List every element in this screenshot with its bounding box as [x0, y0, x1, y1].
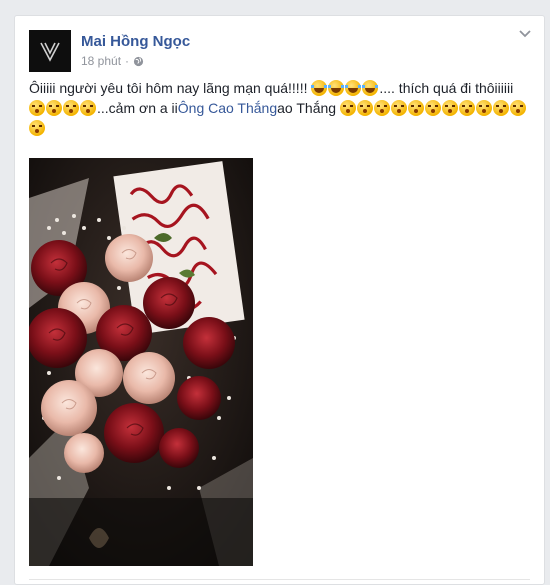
- post-card: Mai Hồng Ngọc 18 phút · Ôiiiii người yêu…: [14, 15, 545, 585]
- globe-icon: [133, 56, 144, 66]
- avatar[interactable]: [29, 30, 71, 72]
- kissing-face-icon: [339, 100, 356, 116]
- chevron-down-icon[interactable]: [518, 29, 532, 39]
- kissing-face-icon: [29, 100, 45, 116]
- kissing-face-icon: [509, 100, 526, 116]
- logo-v-icon: [40, 42, 60, 62]
- post-text-part-2: .... thích quá đi thôiiiiii: [379, 80, 514, 96]
- face-with-tears-of-joy-icon: [311, 80, 328, 96]
- author-name[interactable]: Mai Hồng Ngọc: [81, 33, 190, 50]
- kissing-face-icon: [441, 100, 458, 116]
- kissing-face-icon: [475, 100, 492, 116]
- face-with-tears-of-joy-icon: [345, 80, 362, 96]
- kissing-face-icon: [356, 100, 373, 116]
- post-text-part-1: Ôiiiii người yêu tôi hôm nay lãng mạn qu…: [29, 80, 312, 96]
- post-meta: 18 phút ·: [81, 54, 144, 68]
- post-text-part-4: ao Thắng: [277, 100, 340, 116]
- kissing-face-icon: [390, 100, 407, 116]
- kissing-face-icon: [29, 120, 45, 136]
- post-text-part-3: ...cảm ơn a ii: [97, 100, 178, 116]
- kissing-face-icon: [46, 100, 62, 116]
- kissing-face-icon: [63, 100, 79, 116]
- kissing-face-icon: [80, 100, 96, 116]
- kissing-face-icon: [492, 100, 509, 116]
- timestamp[interactable]: 18 phút: [81, 54, 121, 68]
- kissing-face-icon: [373, 100, 390, 116]
- face-with-tears-of-joy-icon: [362, 80, 379, 96]
- post-photo[interactable]: [29, 158, 253, 566]
- face-with-tears-of-joy-icon: [328, 80, 345, 96]
- kissing-face-icon: [458, 100, 475, 116]
- post-text: Ôiiiii người yêu tôi hôm nay lãng mạn qu…: [29, 78, 534, 138]
- divider: [29, 579, 530, 580]
- mention-link[interactable]: Ông Cao Thắng: [178, 100, 277, 116]
- kissing-face-icon: [407, 100, 424, 116]
- kissing-face-icon: [424, 100, 441, 116]
- flower-bouquet-image: [29, 158, 253, 566]
